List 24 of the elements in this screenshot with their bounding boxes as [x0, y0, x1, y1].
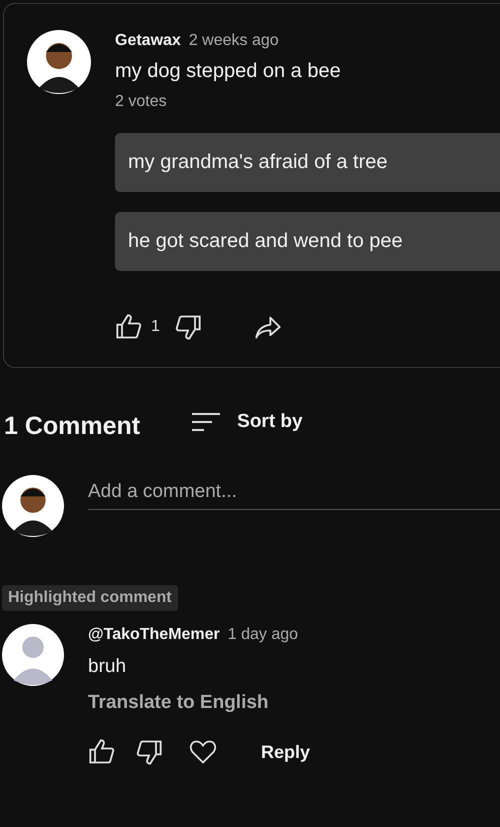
vote-count: 2 votes — [115, 93, 168, 111]
thumbs-down-icon[interactable] — [135, 738, 163, 766]
thumbs-down-icon[interactable] — [174, 313, 202, 341]
thumbs-up-icon[interactable] — [115, 313, 143, 341]
thumbs-up-icon[interactable] — [88, 738, 116, 766]
poll-option[interactable]: my grandma's afraid of a tree — [115, 133, 500, 192]
heart-icon[interactable] — [189, 738, 217, 766]
author-name[interactable]: Getawax — [115, 32, 181, 50]
avatar-icon — [2, 624, 64, 686]
comment-count: 1 Comment — [4, 412, 140, 441]
comment-time: 1 day ago — [228, 626, 298, 644]
reply-button[interactable]: Reply — [261, 742, 310, 762]
avatar-icon — [27, 30, 91, 94]
author-name[interactable]: @TakoTheMemer — [88, 626, 220, 644]
poll-option[interactable]: he got scared and wend to pee — [115, 212, 500, 271]
translate-link[interactable]: Translate to English — [88, 692, 500, 714]
sort-icon — [192, 412, 220, 432]
like-count: 1 — [151, 318, 160, 336]
comment-text: bruh — [88, 656, 128, 678]
comment-input[interactable]: Add a comment... — [88, 475, 500, 510]
post-text: my dog stepped on a bee — [115, 60, 342, 83]
sort-button[interactable]: Sort by — [192, 410, 303, 432]
post-time: 2 weeks ago — [188, 32, 279, 50]
highlighted-badge: Highlighted comment — [2, 585, 178, 611]
